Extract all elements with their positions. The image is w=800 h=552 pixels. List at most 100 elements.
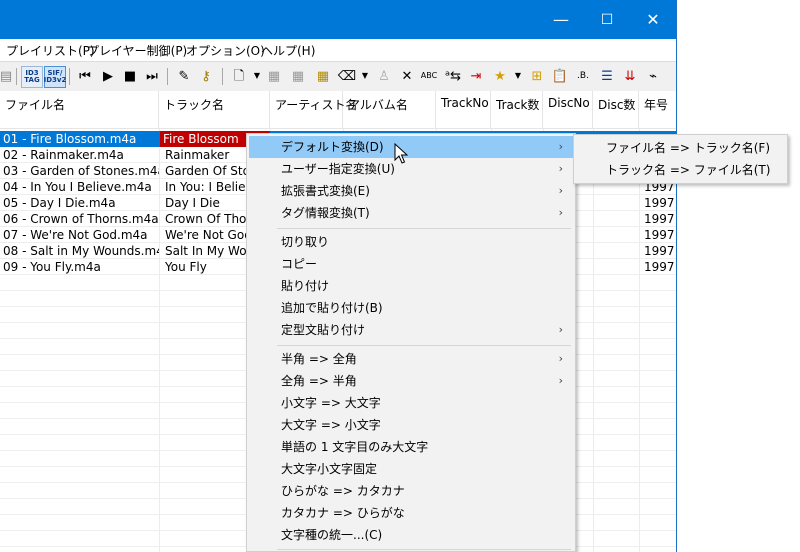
- dropdown-arrow-icon[interactable]: ▼: [508, 66, 528, 86]
- filename-cell[interactable]: 05 - Day I Die.m4a: [0, 195, 159, 211]
- year-cell[interactable]: 1997: [641, 211, 676, 227]
- menu-item-label: カタカナ => ひらがな: [281, 506, 405, 520]
- toolbar: ▤ ID3 TAG SIF/ ID3v2 ⏮ ▶ ■ ⏭ ✎ ⚷ 🗋 ▼ ▦ ▦…: [0, 61, 676, 92]
- play-icon[interactable]: ▶: [98, 66, 118, 86]
- maximize-button[interactable]: ☐: [584, 0, 630, 39]
- table-highlight-icon[interactable]: ▦: [313, 66, 333, 86]
- menu-item-default-convert[interactable]: デフォルト変換(D) ›: [249, 136, 573, 158]
- menu-item-full-to-half[interactable]: 全角 => 半角 ›: [249, 370, 573, 392]
- filename-cell[interactable]: 09 - You Fly.m4a: [0, 259, 159, 275]
- menu-item-label: 拡張書式変換(E): [281, 184, 370, 198]
- menu-item-label: ひらがな => カタカナ: [281, 484, 405, 498]
- plus-folder-icon[interactable]: ⊞: [527, 66, 547, 86]
- menu-item-to-uppercase[interactable]: 小文字 => 大文字: [249, 392, 573, 414]
- menu-item-katakana-to-hiragana[interactable]: カタカナ => ひらがな: [249, 502, 573, 524]
- filename-cell[interactable]: 06 - Crown of Thorns.m4a: [0, 211, 159, 227]
- next-icon[interactable]: ⏭: [142, 66, 162, 86]
- filename-cell[interactable]: 04 - In You I Believe.m4a: [0, 179, 159, 195]
- minimize-button[interactable]: —: [538, 0, 584, 39]
- eraser-icon[interactable]: ⌫: [337, 66, 357, 86]
- star-folder-icon[interactable]: ★: [490, 66, 510, 86]
- menu-options[interactable]: オプション(O): [186, 42, 265, 59]
- table-icon[interactable]: ▦: [288, 66, 308, 86]
- menu-item-extended-format[interactable]: 拡張書式変換(E) ›: [249, 180, 573, 202]
- year-cell[interactable]: 1997: [641, 259, 676, 275]
- menu-playlist[interactable]: プレイリスト(P): [6, 42, 95, 59]
- filename-cell[interactable]: 01 - Fire Blossom.m4a: [0, 131, 159, 147]
- submenu-item-track-to-filename[interactable]: トラック名 => ファイル名(T): [576, 159, 785, 181]
- year-cell[interactable]: 1997: [641, 243, 676, 259]
- table-icon[interactable]: ▦: [264, 66, 284, 86]
- year-cell[interactable]: 1997: [641, 195, 676, 211]
- column-header: ファイル名 トラック名 アーティスト名 アルバム名 TrackNo Track数…: [0, 91, 676, 129]
- filename-cell[interactable]: 07 - We're Not God.m4a: [0, 227, 159, 243]
- sif-id3v2-button[interactable]: SIF/ ID3v2: [44, 66, 66, 88]
- save-list-icon[interactable]: ⇊: [620, 66, 640, 86]
- menu-item-label: 大文字小文字固定: [281, 462, 378, 476]
- close-button[interactable]: ✕: [630, 0, 676, 39]
- column-header-year[interactable]: 年号: [639, 91, 676, 128]
- column-header-artist[interactable]: アーティスト名: [270, 91, 358, 128]
- column-header-album[interactable]: アルバム名: [343, 91, 436, 128]
- menu-player-control[interactable]: プレイヤー制御(P): [87, 42, 187, 59]
- key-icon[interactable]: ⚷: [196, 66, 216, 86]
- menu-item-label: 定型文貼り付け: [281, 323, 366, 337]
- menu-item-append-paste[interactable]: 追加で貼り付け(B): [249, 297, 573, 319]
- column-header-filename[interactable]: ファイル名: [0, 91, 159, 128]
- replace-icon[interactable]: ᵃ⇆: [443, 66, 463, 86]
- column-header-disccount[interactable]: Disc数: [593, 91, 639, 128]
- menu-item-copy[interactable]: コピー: [249, 253, 573, 275]
- clipboard-icon[interactable]: 📋: [550, 66, 570, 86]
- column-header-trackno[interactable]: TrackNo: [436, 91, 491, 128]
- list-icon[interactable]: ☰: [597, 66, 617, 86]
- menu-item-half-to-full[interactable]: 半角 => 全角 ›: [249, 348, 573, 370]
- menu-item-label: 大文字 => 小文字: [281, 418, 381, 432]
- toolbar-separator: [222, 68, 223, 85]
- maximize-icon: ☐: [600, 11, 614, 28]
- filename-cell[interactable]: 03 - Garden of Stones.m4a: [0, 163, 159, 179]
- plug-icon[interactable]: ⌁: [643, 66, 663, 86]
- menu-item-label: コピー: [281, 257, 318, 271]
- close-icon: ✕: [646, 9, 660, 29]
- menu-item-tag-convert[interactable]: タグ情報変換(T) ›: [249, 202, 573, 224]
- column-header-trackcount[interactable]: Track数: [491, 91, 543, 128]
- grid-icon[interactable]: ▤: [0, 66, 16, 86]
- b-icon[interactable]: .B.: [573, 66, 593, 86]
- menu-item-label: デフォルト変換(D): [281, 140, 384, 154]
- column-header-discno[interactable]: DiscNo: [543, 91, 593, 128]
- menu-item-template-paste[interactable]: 定型文貼り付け ›: [249, 319, 573, 341]
- menu-help[interactable]: ヘルプ(H): [261, 42, 315, 59]
- column-header-track[interactable]: トラック名: [159, 91, 270, 128]
- menu-item-cut[interactable]: 切り取り: [249, 231, 573, 253]
- menu-item-capitalize-words[interactable]: 単語の 1 文字目のみ大文字: [249, 436, 573, 458]
- dropdown-arrow-icon[interactable]: ▼: [355, 66, 375, 86]
- id3-tag-button[interactable]: ID3 TAG: [21, 66, 43, 88]
- abc-icon[interactable]: ABC: [419, 66, 439, 86]
- year-cell[interactable]: 1997: [641, 227, 676, 243]
- menu-item-paste[interactable]: 貼り付け: [249, 275, 573, 297]
- menu-item-unify-char-type[interactable]: 文字種の統一...(C): [249, 524, 573, 546]
- menu-item-label: 小文字 => 大文字: [281, 396, 381, 410]
- submenu-item-filename-to-track[interactable]: ファイル名 => トラック名(F): [576, 137, 785, 159]
- prev-icon[interactable]: ⏮: [75, 66, 95, 86]
- menu-item-label: 追加で貼り付け(B): [281, 301, 383, 315]
- filename-cell[interactable]: 02 - Rainmaker.m4a: [0, 147, 159, 163]
- id3-tag-label: ID3 TAG: [24, 69, 40, 84]
- title-bar[interactable]: — ☐ ✕: [0, 0, 676, 39]
- menu-item-user-convert[interactable]: ユーザー指定変換(U) ›: [249, 158, 573, 180]
- filename-cell[interactable]: 08 - Salt in My Wounds.m4a: [0, 243, 159, 259]
- stop-icon[interactable]: ■: [120, 66, 140, 86]
- menu-item-to-lowercase[interactable]: 大文字 => 小文字: [249, 414, 573, 436]
- delete-icon[interactable]: ✕: [397, 66, 417, 86]
- sif-id3v2-label: SIF/ ID3v2: [43, 69, 67, 84]
- doc-cursor-icon[interactable]: 🗋: [229, 66, 249, 86]
- menu-separator: [277, 228, 571, 229]
- submenu-arrow-icon: ›: [558, 162, 563, 175]
- submenu-arrow-icon: ›: [558, 140, 563, 153]
- stamp-icon[interactable]: ♙: [374, 66, 394, 86]
- pen-icon[interactable]: ✎: [174, 66, 194, 86]
- arrow-in-icon[interactable]: ⇥: [466, 66, 486, 86]
- menu-item-fixed-case[interactable]: 大文字小文字固定: [249, 458, 573, 480]
- menu-item-hiragana-to-katakana[interactable]: ひらがな => カタカナ: [249, 480, 573, 502]
- menu-separator: [277, 549, 571, 550]
